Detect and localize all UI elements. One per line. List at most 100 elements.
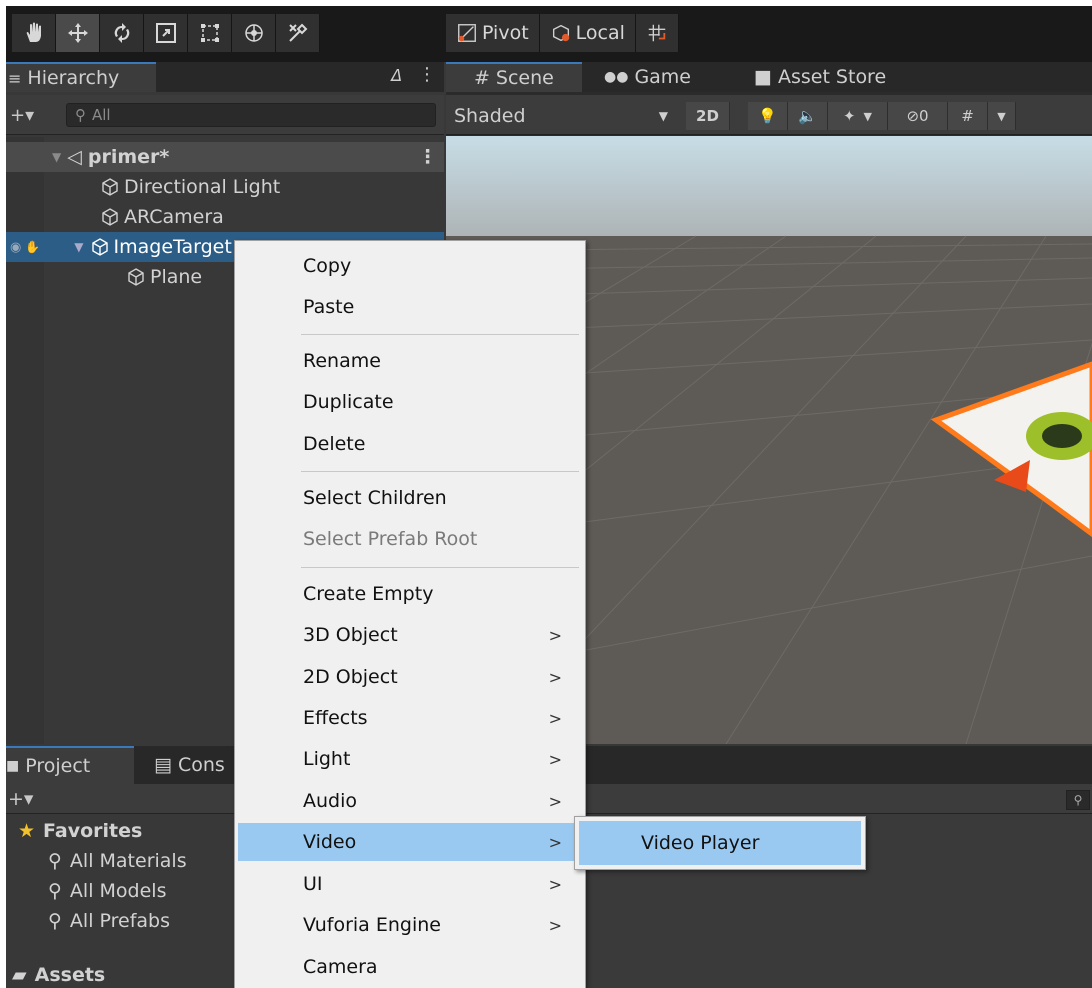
rect-transform-icon	[200, 24, 219, 42]
menu-item-camera[interactable]: Camera	[238, 948, 582, 986]
menu-item-label: 3D Object	[303, 624, 398, 646]
tools-icon	[288, 23, 307, 42]
assets-folder[interactable]: ▰ Assets	[12, 960, 105, 988]
favorites-header[interactable]: ★ Favorites	[18, 816, 142, 846]
toggle-2d-button[interactable]: 2D	[686, 102, 730, 130]
tree-item-label: ImageTarget	[113, 236, 232, 258]
gameobject-cube-icon	[102, 178, 118, 196]
search-icon: ⚲	[75, 106, 86, 124]
mode-2d-label: 2D	[696, 107, 719, 125]
hand-icon	[26, 22, 41, 42]
shading-mode-dropdown[interactable]: Shaded ▼	[454, 103, 676, 129]
hierarchy-search-input[interactable]: ⚲ All	[66, 103, 436, 127]
tree-item-arcamera[interactable]: ARCamera	[6, 202, 444, 232]
move-tool-button[interactable]	[56, 14, 100, 52]
submenu-arrow-icon: >	[548, 749, 562, 769]
grid-snap-toggle[interactable]	[635, 14, 679, 52]
menu-item-video[interactable]: Video >	[238, 823, 582, 861]
tab-scene[interactable]: # Scene	[446, 62, 582, 92]
menu-item-vuforia-engine[interactable]: Vuforia Engine >	[238, 906, 582, 944]
menu-item-label: Video	[303, 831, 357, 853]
lighting-toggle[interactable]: 💡	[748, 102, 788, 130]
custom-tool-button[interactable]	[276, 14, 320, 52]
grid-toggle[interactable]: #	[948, 102, 988, 130]
menu-item-label: Delete	[303, 433, 366, 455]
tab-label: Asset Store	[777, 66, 887, 88]
chevron-down-icon: ▼	[863, 109, 873, 123]
tab-console[interactable]: ▤ Cons	[146, 746, 233, 784]
tab-asset-store[interactable]: ■ Asset Store	[746, 62, 894, 92]
menu-item-label: Copy	[303, 255, 352, 277]
project-search-button[interactable]: ⚲	[1066, 790, 1090, 810]
eye-slash-icon: ⊘	[906, 107, 920, 125]
create-dropdown[interactable]: +▾	[10, 105, 34, 126]
menu-item-ui[interactable]: UI >	[238, 865, 582, 903]
scale-tool-button[interactable]	[144, 14, 188, 52]
menu-item-copy[interactable]: Copy	[238, 247, 582, 285]
tab-label: Project	[25, 755, 91, 777]
star-icon: ★	[18, 820, 36, 842]
menu-item-label: Rename	[303, 350, 381, 372]
search-icon: ⚲	[1073, 793, 1083, 807]
local-icon	[552, 24, 569, 42]
rect-tool-button[interactable]	[188, 14, 232, 52]
menu-item-duplicate[interactable]: Duplicate	[238, 383, 582, 421]
menu-item-label: Audio	[303, 790, 358, 812]
kebab-menu-icon[interactable]: ⋮	[418, 64, 436, 85]
menu-item-3d-object[interactable]: 3D Object >	[238, 616, 582, 654]
menu-item-delete[interactable]: Delete	[238, 425, 582, 463]
tree-item-directional-light[interactable]: Directional Light	[6, 172, 444, 202]
audio-toggle[interactable]: 🔈	[788, 102, 828, 130]
favorite-all-prefabs[interactable]: ⚲ All Prefabs	[48, 906, 170, 936]
grid-dropdown[interactable]: ▼	[988, 102, 1016, 130]
gameobject-cube-icon	[128, 268, 144, 286]
scale-icon	[155, 23, 176, 43]
rotate-tool-button[interactable]	[100, 14, 144, 52]
context-menu: Copy Paste Rename Duplicate Delete Selec…	[234, 240, 586, 988]
project-folder-tree: ★ Favorites ⚲ All Materials ⚲ All Models…	[6, 814, 241, 988]
tree-item-label: ARCamera	[124, 206, 224, 228]
search-icon: ⚲	[48, 850, 62, 872]
menu-item-light[interactable]: Light >	[238, 740, 582, 778]
scene-row-primer[interactable]: ▼ ◁ primer* ⋮	[6, 142, 444, 172]
gamepad-icon: ●●	[604, 69, 629, 85]
folder-open-icon: ▰	[12, 964, 27, 986]
pivot-toggle[interactable]: Pivot	[446, 14, 540, 52]
grid-snap-icon	[648, 24, 666, 42]
favorite-all-models[interactable]: ⚲ All Models	[48, 876, 166, 906]
expand-arrow-icon[interactable]: ▼	[74, 240, 83, 254]
favorite-label: All Materials	[69, 850, 187, 872]
menu-item-rename[interactable]: Rename	[238, 342, 582, 380]
pivot-controls: Pivot Local	[446, 14, 679, 52]
hand-tool-button[interactable]	[12, 14, 56, 52]
local-toggle[interactable]: Local	[539, 14, 636, 52]
menu-item-create-empty[interactable]: Create Empty	[238, 575, 582, 613]
submenu-arrow-icon: >	[548, 625, 562, 645]
visibility-eye-icon[interactable]: ◉	[10, 240, 21, 255]
menu-item-paste[interactable]: Paste	[238, 288, 582, 326]
menu-item-effects[interactable]: Effects >	[238, 699, 582, 737]
menu-item-2d-object[interactable]: 2D Object >	[238, 658, 582, 696]
menu-item-label: Video Player	[641, 832, 760, 854]
hierarchy-tabbar: ≡ Hierarchy 𝛥 ⋮	[6, 62, 444, 92]
menu-separator	[301, 567, 579, 568]
scene-menu-icon[interactable]: ⋮	[418, 146, 437, 168]
expand-arrow-icon[interactable]: ▼	[52, 150, 61, 164]
lock-icon[interactable]: 𝛥	[390, 66, 401, 86]
tab-project[interactable]: ■ Project	[6, 746, 134, 784]
create-dropdown[interactable]: +▾	[8, 788, 33, 810]
hidden-objects-toggle[interactable]: ⊘ 0	[888, 102, 948, 130]
pickable-hand-icon[interactable]: ✋	[25, 240, 40, 254]
menu-item-audio[interactable]: Audio >	[238, 782, 582, 820]
menu-item-label: Create Empty	[303, 583, 434, 605]
tab-hierarchy[interactable]: ≡ Hierarchy	[6, 62, 156, 92]
chevron-down-icon: ▼	[658, 109, 668, 123]
grid-icon: #	[961, 107, 974, 125]
tab-game[interactable]: ●● Game	[596, 62, 699, 92]
menu-item-select-children[interactable]: Select Children	[238, 479, 582, 517]
favorite-all-materials[interactable]: ⚲ All Materials	[48, 846, 187, 876]
effects-dropdown[interactable]: ✦ ▼	[828, 102, 888, 130]
menu-item-video-player[interactable]: Video Player	[579, 821, 861, 865]
menu-item-label: Light	[303, 748, 351, 770]
transform-tool-button[interactable]	[232, 14, 276, 52]
